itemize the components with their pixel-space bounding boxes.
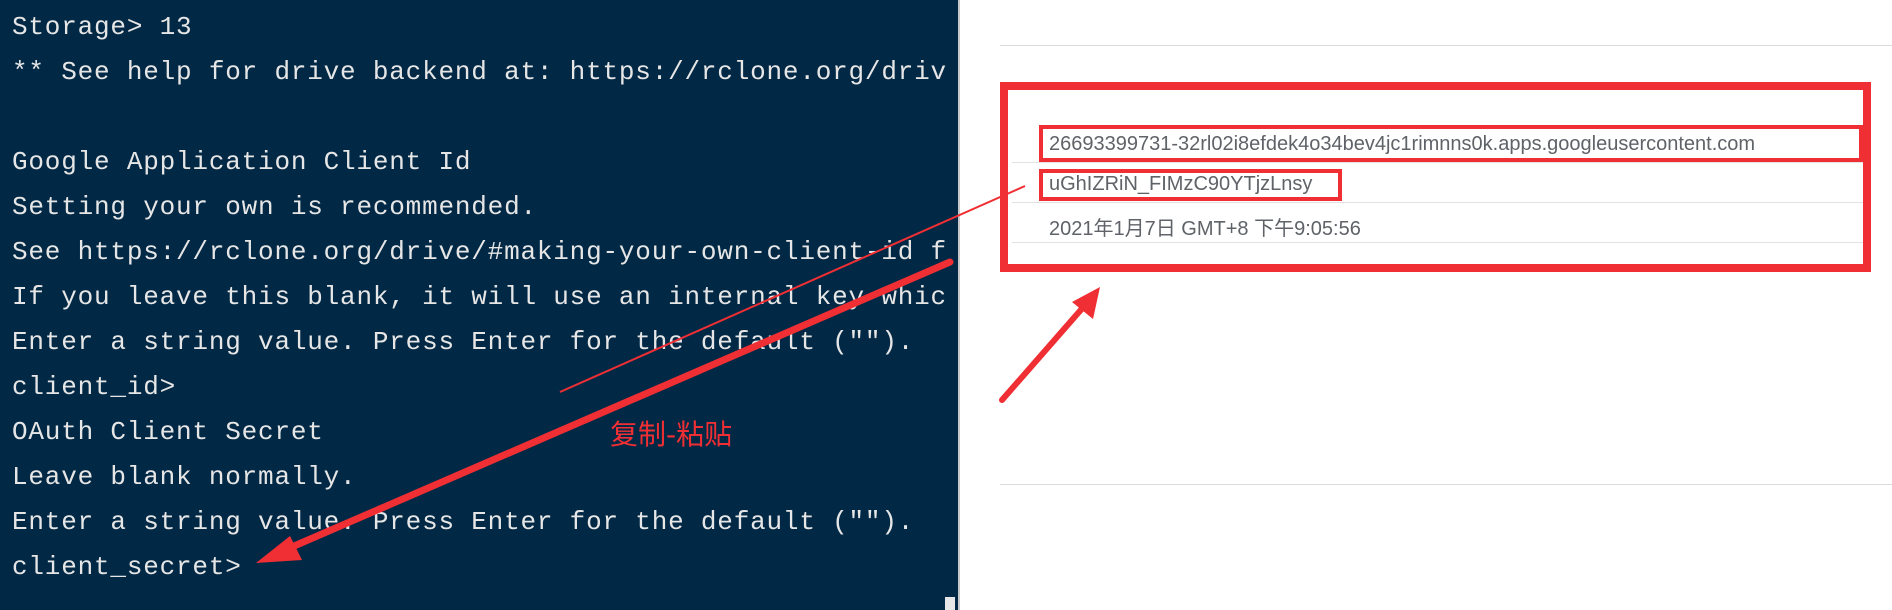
- arrow-to-client-secret: [274, 258, 954, 557]
- annotation-arrows: [256, 185, 1100, 563]
- connector-line: [559, 185, 1026, 393]
- arrow-head-left-icon: [256, 536, 302, 563]
- arrow-to-credentials: [999, 301, 1089, 403]
